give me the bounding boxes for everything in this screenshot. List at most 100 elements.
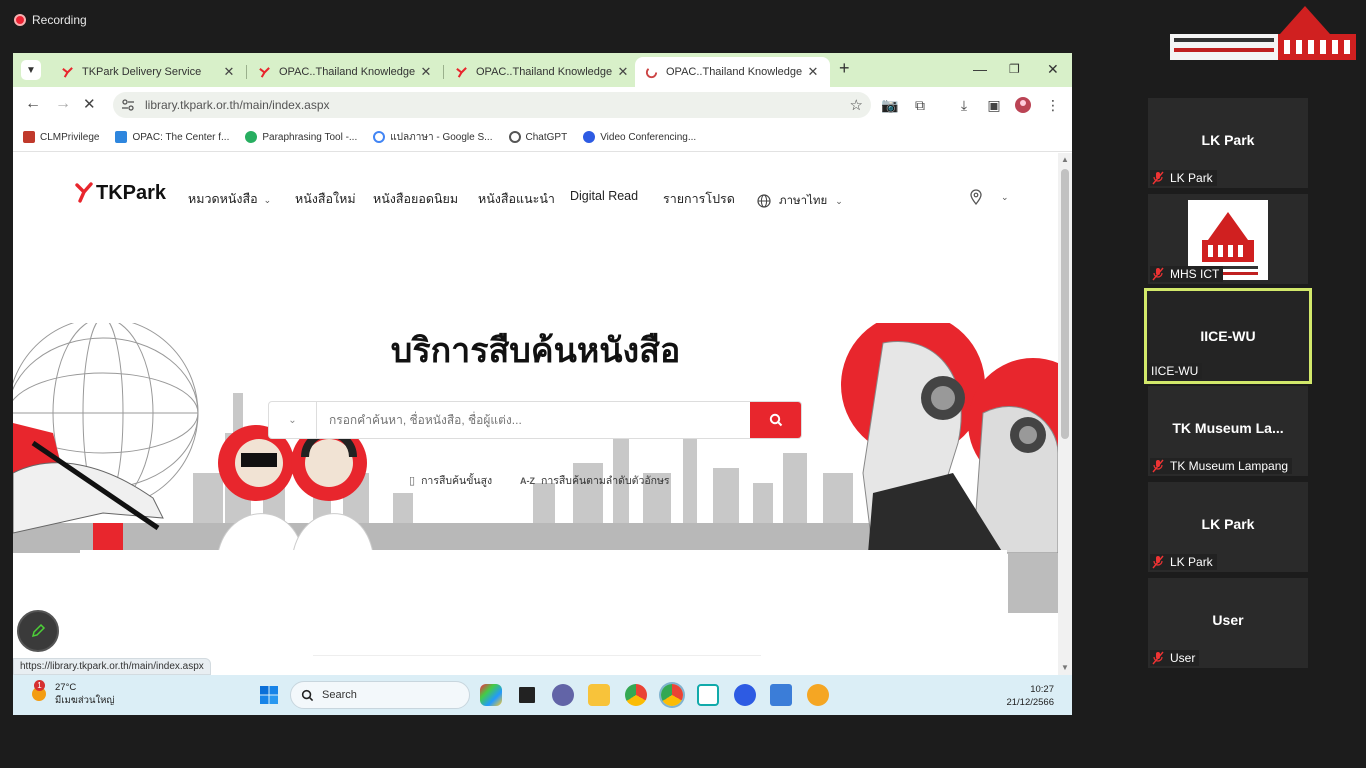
participant-name: User bbox=[1212, 612, 1244, 628]
temperature: 27°C bbox=[55, 682, 77, 693]
bookmark-opac-center[interactable]: OPAC: The Center f... bbox=[115, 131, 229, 143]
clock-time: 10:27 bbox=[1030, 684, 1054, 695]
bookmark-star-icon[interactable]: ☆ bbox=[850, 96, 863, 114]
task-view-icon[interactable] bbox=[516, 684, 538, 706]
bookmark-favicon-icon bbox=[245, 131, 258, 143]
tkpark-favicon-icon bbox=[456, 66, 467, 78]
back-button[interactable]: ← bbox=[25, 95, 41, 113]
windows-start-icon[interactable] bbox=[259, 685, 279, 705]
hero-title: บริการสืบค้นหนังสือ bbox=[390, 332, 681, 370]
address-bar[interactable]: library.tkpark.or.th/main/index.aspx ☆ bbox=[113, 92, 871, 118]
participant-label: IICE-WU bbox=[1149, 363, 1203, 379]
bookmark-favicon-icon bbox=[23, 131, 35, 143]
participant-tile[interactable]: User User bbox=[1148, 578, 1308, 668]
bookmark-paraphrasing[interactable]: Paraphrasing Tool -... bbox=[245, 131, 357, 143]
search-type-dropdown[interactable]: ⌄ bbox=[269, 402, 317, 438]
minimize-button[interactable]: — bbox=[973, 61, 987, 77]
file-explorer-icon[interactable] bbox=[588, 684, 610, 706]
tab-search-button[interactable]: ▼ bbox=[21, 60, 41, 80]
close-icon[interactable]: ✕ bbox=[419, 64, 433, 80]
close-icon[interactable]: ✕ bbox=[222, 64, 236, 80]
recording-indicator: Recording bbox=[14, 13, 87, 27]
bookmark-clmprivilege[interactable]: CLMPrivilege bbox=[23, 131, 99, 143]
participant-name: LK Park bbox=[1201, 132, 1255, 148]
forward-button[interactable]: → bbox=[55, 95, 71, 113]
document-icon: ▯ bbox=[409, 475, 416, 487]
weather-widget[interactable]: 1 27°C มีเมฆส่วนใหญ่ bbox=[31, 680, 114, 707]
page-scrollbar[interactable]: ▲ ▼ bbox=[1058, 153, 1072, 675]
extensions-icon[interactable]: ⧉ bbox=[911, 96, 929, 114]
nav-digital-read[interactable]: Digital Read bbox=[570, 189, 638, 203]
search-input[interactable] bbox=[317, 402, 750, 438]
bookmark-chatgpt[interactable]: ChatGPT bbox=[508, 131, 567, 143]
close-icon[interactable]: ✕ bbox=[806, 64, 820, 80]
participant-label: MHS ICT bbox=[1150, 266, 1224, 282]
side-panel-icon[interactable]: ▣ bbox=[985, 96, 1003, 114]
mic-muted-icon bbox=[1152, 171, 1164, 185]
search-button[interactable] bbox=[750, 402, 801, 438]
bookmark-video-conferencing[interactable]: Video Conferencing... bbox=[583, 131, 696, 143]
close-icon[interactable]: ✕ bbox=[616, 64, 630, 80]
stop-loading-button[interactable]: ✕ bbox=[83, 95, 96, 113]
participant-tile[interactable]: TK Museum La... TK Museum Lampang bbox=[1148, 386, 1308, 476]
notepad-icon[interactable] bbox=[770, 684, 792, 706]
globe-icon bbox=[757, 194, 771, 208]
tab-opac-active[interactable]: OPAC..Thailand Knowledge Park ✕ bbox=[635, 57, 830, 87]
chatgpt-icon bbox=[508, 131, 521, 143]
participant-label: TK Museum Lampang bbox=[1150, 458, 1293, 474]
system-clock[interactable]: 10:27 21/12/2566 bbox=[1006, 683, 1054, 709]
chrome-icon[interactable] bbox=[625, 684, 647, 706]
participant-label: LK Park bbox=[1150, 170, 1217, 186]
participant-tile[interactable]: LK Park LK Park bbox=[1148, 482, 1308, 572]
zoom-icon[interactable] bbox=[734, 684, 756, 706]
language-selector[interactable]: ภาษาไทย ⌄ bbox=[757, 192, 843, 210]
chrome-profile-icon[interactable] bbox=[661, 684, 683, 706]
restore-button[interactable]: ❐ bbox=[1009, 62, 1020, 76]
chevron-down-icon: ⌄ bbox=[1001, 191, 1009, 202]
nav-recommended-books[interactable]: หนังสือแนะนำ bbox=[478, 189, 555, 209]
divider bbox=[313, 655, 761, 656]
alphabetical-search-link[interactable]: A-Z การสืบค้นตามลำดับตัวอักษร bbox=[520, 472, 670, 489]
participant-label: User bbox=[1150, 650, 1200, 666]
profile-avatar[interactable] bbox=[1014, 96, 1032, 114]
tab-opac-2[interactable]: OPAC..Thailand Knowledge Park ✕ bbox=[445, 57, 640, 87]
url-text: library.tkpark.or.th/main/index.aspx bbox=[145, 98, 330, 112]
tab-opac-1[interactable]: OPAC..Thailand Knowledge Park ✕ bbox=[248, 57, 443, 87]
location-selector[interactable]: ⌄ bbox=[969, 189, 1009, 205]
taskbar-search[interactable]: Search bbox=[290, 681, 470, 709]
scroll-up-icon[interactable]: ▲ bbox=[1061, 155, 1069, 164]
scroll-down-icon[interactable]: ▼ bbox=[1061, 663, 1069, 672]
organization-logo bbox=[1170, 2, 1356, 62]
new-tab-button[interactable]: + bbox=[839, 58, 850, 79]
bookmark-google-translate[interactable]: แปลภาษา - Google S... bbox=[373, 130, 493, 145]
tkpark-logo[interactable]: TKPark bbox=[75, 181, 166, 205]
location-pin-icon bbox=[970, 189, 982, 205]
scrollbar-thumb[interactable] bbox=[1061, 169, 1069, 439]
participant-label: LK Park bbox=[1150, 554, 1217, 570]
teams-chat-icon[interactable] bbox=[552, 684, 574, 706]
nav-categories[interactable]: หมวดหนังสือ ⌄ bbox=[188, 189, 271, 209]
participant-tile[interactable]: MHS ICT bbox=[1148, 194, 1308, 284]
browser-toolbar: ← → ✕ library.tkpark.or.th/main/index.as… bbox=[13, 87, 1072, 123]
nav-new-books[interactable]: หนังสือใหม่ bbox=[295, 189, 356, 209]
copilot-icon[interactable] bbox=[480, 684, 502, 706]
link-status-bubble: https://library.tkpark.or.th/main/index.… bbox=[13, 658, 211, 675]
tkpark-favicon-icon bbox=[259, 66, 270, 78]
tab-tkpark-delivery[interactable]: TKPark Delivery Service ✕ bbox=[51, 57, 246, 87]
camera-icon[interactable]: 📷 bbox=[881, 96, 899, 114]
download-icon[interactable]: ⤓ bbox=[955, 96, 973, 114]
menu-kebab-icon[interactable]: ⋮ bbox=[1044, 96, 1062, 114]
participant-tile[interactable]: LK Park LK Park bbox=[1148, 98, 1308, 188]
close-window-button[interactable]: ✕ bbox=[1047, 61, 1059, 78]
search-icon bbox=[301, 689, 314, 701]
line-app-icon[interactable] bbox=[697, 684, 719, 706]
tab-label: TKPark Delivery Service bbox=[82, 66, 202, 78]
advanced-search-link[interactable]: ▯ การสืบค้นขั้นสูง bbox=[409, 472, 492, 489]
annotate-button[interactable] bbox=[17, 610, 59, 652]
nav-popular-books[interactable]: หนังสือยอดนิยม bbox=[373, 189, 458, 209]
participant-name: IICE-WU bbox=[1200, 328, 1256, 344]
app-icon[interactable] bbox=[807, 684, 829, 706]
search-icon bbox=[769, 413, 782, 427]
participant-tile-active-speaker[interactable]: IICE-WU IICE-WU bbox=[1144, 288, 1312, 384]
nav-favorites[interactable]: รายการโปรด bbox=[663, 189, 735, 209]
